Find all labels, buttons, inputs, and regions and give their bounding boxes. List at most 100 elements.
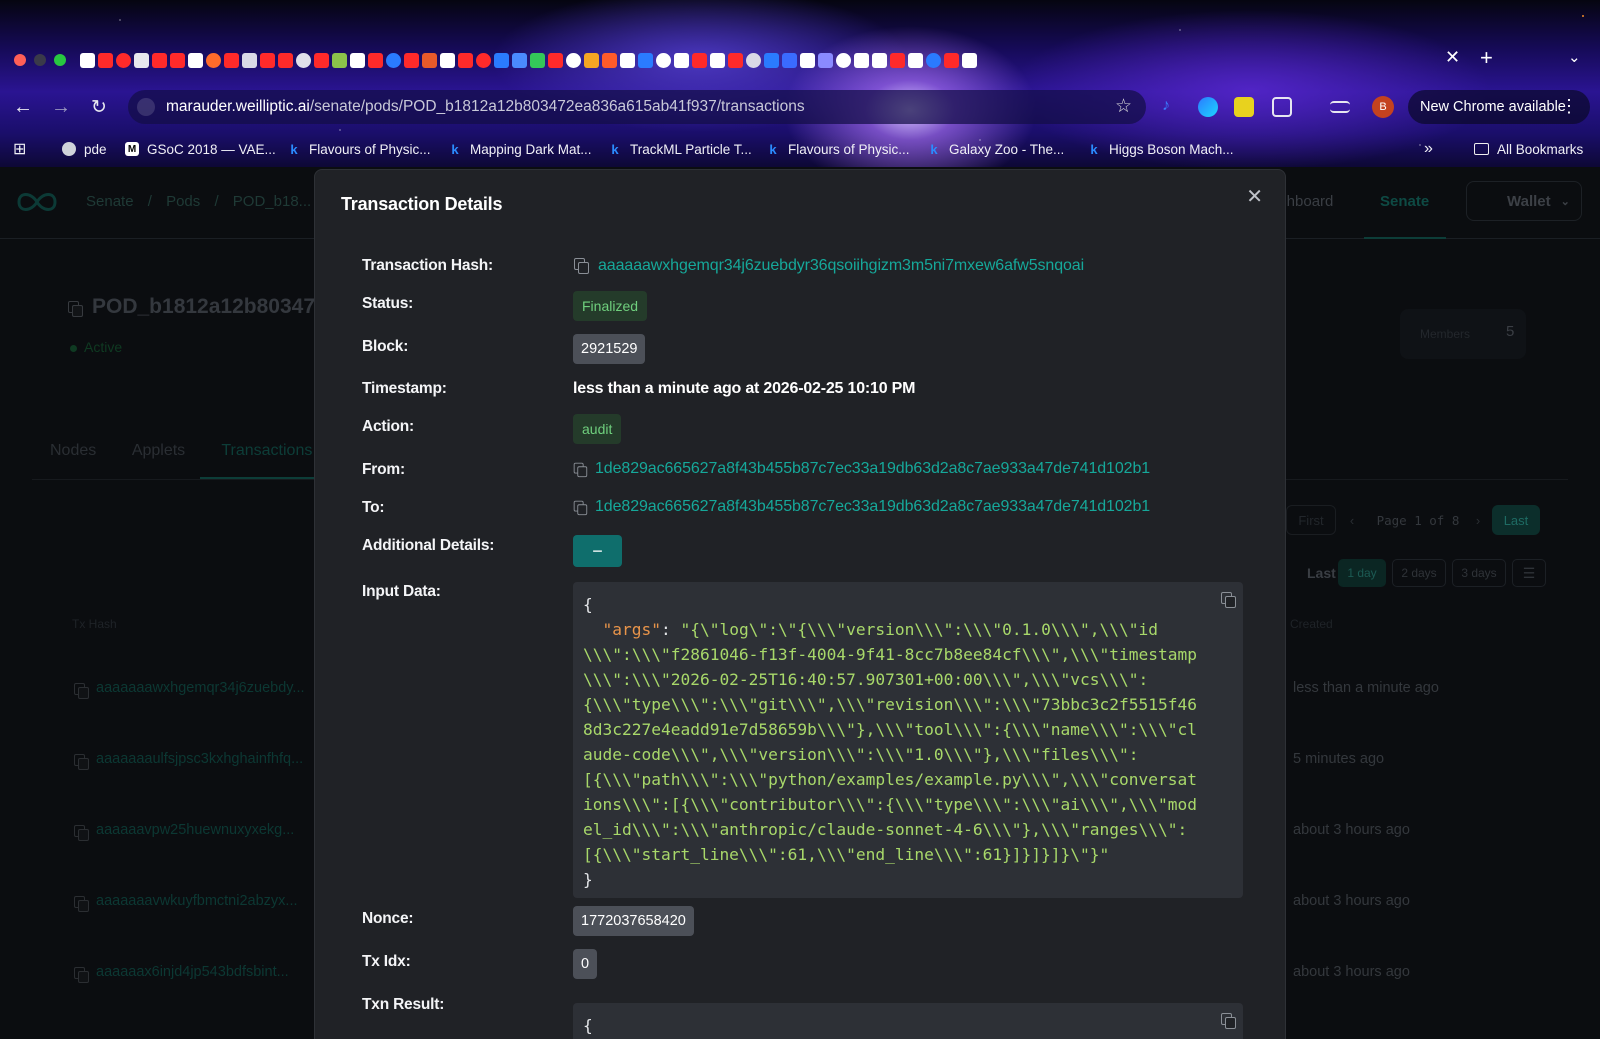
- pinned-tab-favicon-icon[interactable]: [548, 52, 563, 68]
- filter-3-days[interactable]: 3 days: [1452, 559, 1506, 587]
- tab-strip[interactable]: [80, 48, 1440, 72]
- copy-icon[interactable]: [573, 500, 588, 516]
- media-controls-icon[interactable]: [1330, 101, 1350, 113]
- bookmarks-overflow-icon[interactable]: »: [1424, 136, 1433, 162]
- pinned-tab-favicon-icon[interactable]: [242, 52, 257, 68]
- close-tab-icon[interactable]: ✕: [1445, 47, 1460, 68]
- breadcrumb-pod[interactable]: POD_b18...: [233, 193, 311, 210]
- from-address-link[interactable]: 1de829ac665627a8f43b455b87c7ec33a19db63d…: [595, 460, 1150, 478]
- copy-icon[interactable]: [74, 896, 89, 912]
- bookmark-star-icon[interactable]: ☆: [1115, 95, 1132, 118]
- close-window-button[interactable]: [14, 54, 26, 66]
- bookmark-item[interactable]: k Mapping Dark Mat...: [448, 136, 591, 162]
- pinned-tab-favicon-icon[interactable]: [728, 52, 743, 68]
- copy-icon[interactable]: [1221, 1013, 1236, 1029]
- pinned-tab-favicon-icon[interactable]: [710, 52, 725, 68]
- pinned-tab-favicon-icon[interactable]: [782, 52, 797, 68]
- first-page-button[interactable]: First: [1286, 505, 1336, 535]
- address-bar[interactable]: marauder.weilliptic.ai/senate/pods/POD_b…: [128, 90, 1146, 124]
- pinned-tab-favicon-icon[interactable]: [314, 52, 329, 68]
- pinned-tab-favicon-icon[interactable]: [80, 52, 95, 68]
- pinned-tab-favicon-icon[interactable]: [908, 52, 923, 68]
- breadcrumb-senate[interactable]: Senate: [86, 193, 134, 210]
- pinned-tab-favicon-icon[interactable]: [818, 52, 833, 68]
- copy-icon[interactable]: [574, 258, 589, 274]
- bookmark-item[interactable]: k Galaxy Zoo - The...: [927, 136, 1064, 162]
- tab-nodes[interactable]: Nodes: [50, 442, 96, 459]
- table-row-hash[interactable]: aaaaaaawxhgemqr34j6zuebdy...: [96, 680, 305, 696]
- minimize-window-button[interactable]: [34, 54, 46, 66]
- pinned-tab-favicon-icon[interactable]: [188, 52, 203, 68]
- pinned-tab-favicon-icon[interactable]: [656, 52, 671, 68]
- bookmark-item[interactable]: k Flavours of Physic...: [766, 136, 909, 162]
- pinned-tab-favicon-icon[interactable]: [584, 52, 599, 68]
- bookmark-item[interactable]: M GSoC 2018 — VAE...: [125, 136, 276, 162]
- pinned-tab-favicon-icon[interactable]: [692, 52, 707, 68]
- copy-icon[interactable]: [74, 683, 89, 699]
- tab-applets[interactable]: Applets: [132, 442, 185, 459]
- pinned-tab-favicon-icon[interactable]: [350, 52, 365, 68]
- last-page-button[interactable]: Last: [1492, 505, 1540, 535]
- table-row-hash[interactable]: aaaaaaavwkuyfbmctni2abzyx...: [96, 893, 298, 909]
- pinned-tab-favicon-icon[interactable]: [944, 52, 959, 68]
- transaction-hash-link[interactable]: aaaaaawxhgemqr34j6zuebdyr36qsoiihgizm3m5…: [598, 257, 1084, 275]
- table-row-hash[interactable]: aaaaaax6injd4jp543bdfsbint...: [96, 964, 289, 980]
- pinned-tab-favicon-icon[interactable]: [674, 52, 689, 68]
- all-bookmarks-button[interactable]: All Bookmarks: [1474, 136, 1583, 162]
- pinned-tab-favicon-icon[interactable]: [116, 52, 131, 68]
- list-view-icon[interactable]: ☰: [1512, 559, 1546, 587]
- pinned-tab-favicon-icon[interactable]: [422, 52, 437, 68]
- forward-arrow-icon[interactable]: →: [46, 90, 76, 124]
- txn-result-code-block[interactable]: {: [573, 1003, 1243, 1039]
- pinned-tab-favicon-icon[interactable]: [854, 52, 869, 68]
- table-row-hash[interactable]: aaaaaaaulfsjpsc3kxhghainfhfq...: [96, 751, 303, 767]
- copy-icon[interactable]: [68, 301, 83, 317]
- pinned-tab-favicon-icon[interactable]: [836, 52, 851, 68]
- pinned-tab-favicon-icon[interactable]: [458, 52, 473, 68]
- collapse-details-button[interactable]: −: [573, 535, 622, 567]
- pinned-tab-favicon-icon[interactable]: [404, 52, 419, 68]
- reload-icon[interactable]: ↻: [84, 90, 114, 124]
- pinned-tab-favicon-icon[interactable]: [476, 52, 491, 68]
- bookmark-item[interactable]: k Higgs Boson Mach...: [1087, 136, 1233, 162]
- to-address-link[interactable]: 1de829ac665627a8f43b455b87c7ec33a19db63d…: [595, 498, 1150, 516]
- site-settings-icon[interactable]: [137, 98, 155, 116]
- pinned-tab-favicon-icon[interactable]: [332, 52, 347, 68]
- url-text[interactable]: marauder.weilliptic.ai/senate/pods/POD_b…: [166, 98, 805, 116]
- pinned-tab-favicon-icon[interactable]: [512, 52, 527, 68]
- pinned-tab-favicon-icon[interactable]: [224, 52, 239, 68]
- apps-grid-icon[interactable]: ⊞: [13, 136, 26, 162]
- nav-senate[interactable]: Senate: [1380, 193, 1429, 210]
- copy-icon[interactable]: [74, 967, 89, 983]
- extension-notes-icon[interactable]: [1234, 97, 1254, 117]
- bookmark-item[interactable]: k TrackML Particle T...: [608, 136, 751, 162]
- pinned-tab-favicon-icon[interactable]: [206, 52, 221, 68]
- pinned-tab-favicon-icon[interactable]: [440, 52, 455, 68]
- extensions-puzzle-icon[interactable]: [1272, 97, 1292, 117]
- copy-icon[interactable]: [1221, 592, 1236, 608]
- pinned-tab-favicon-icon[interactable]: [170, 52, 185, 68]
- pinned-tab-favicon-icon[interactable]: [962, 52, 977, 68]
- new-tab-icon[interactable]: +: [1480, 45, 1493, 71]
- pinned-tab-favicon-icon[interactable]: [296, 52, 311, 68]
- copy-icon[interactable]: [573, 462, 588, 478]
- wallet-button[interactable]: Wallet ⌄: [1466, 181, 1582, 221]
- pinned-tab-favicon-icon[interactable]: [368, 52, 383, 68]
- pinned-tab-favicon-icon[interactable]: [134, 52, 149, 68]
- copy-icon[interactable]: [74, 825, 89, 841]
- tab-search-icon[interactable]: ⌄: [1568, 48, 1581, 66]
- bookmark-item[interactable]: k Flavours of Physic...: [287, 136, 430, 162]
- back-arrow-icon[interactable]: ←: [8, 90, 38, 124]
- pinned-tab-favicon-icon[interactable]: [386, 52, 401, 68]
- bookmark-item[interactable]: pde: [62, 136, 107, 162]
- close-icon[interactable]: ✕: [1246, 184, 1263, 209]
- new-chrome-available-button[interactable]: New Chrome available ⋮: [1408, 90, 1590, 124]
- maximize-window-button[interactable]: [54, 54, 66, 66]
- pinned-tab-favicon-icon[interactable]: [494, 52, 509, 68]
- filter-1-day[interactable]: 1 day: [1338, 559, 1386, 587]
- input-data-code-block[interactable]: { "args": "{\"log\":\"{\\\"version\\\":\…: [573, 582, 1243, 898]
- pinned-tab-favicon-icon[interactable]: [890, 52, 905, 68]
- pinned-tab-favicon-icon[interactable]: [278, 52, 293, 68]
- tab-transactions[interactable]: Transactions: [221, 442, 312, 459]
- filter-2-days[interactable]: 2 days: [1392, 559, 1446, 587]
